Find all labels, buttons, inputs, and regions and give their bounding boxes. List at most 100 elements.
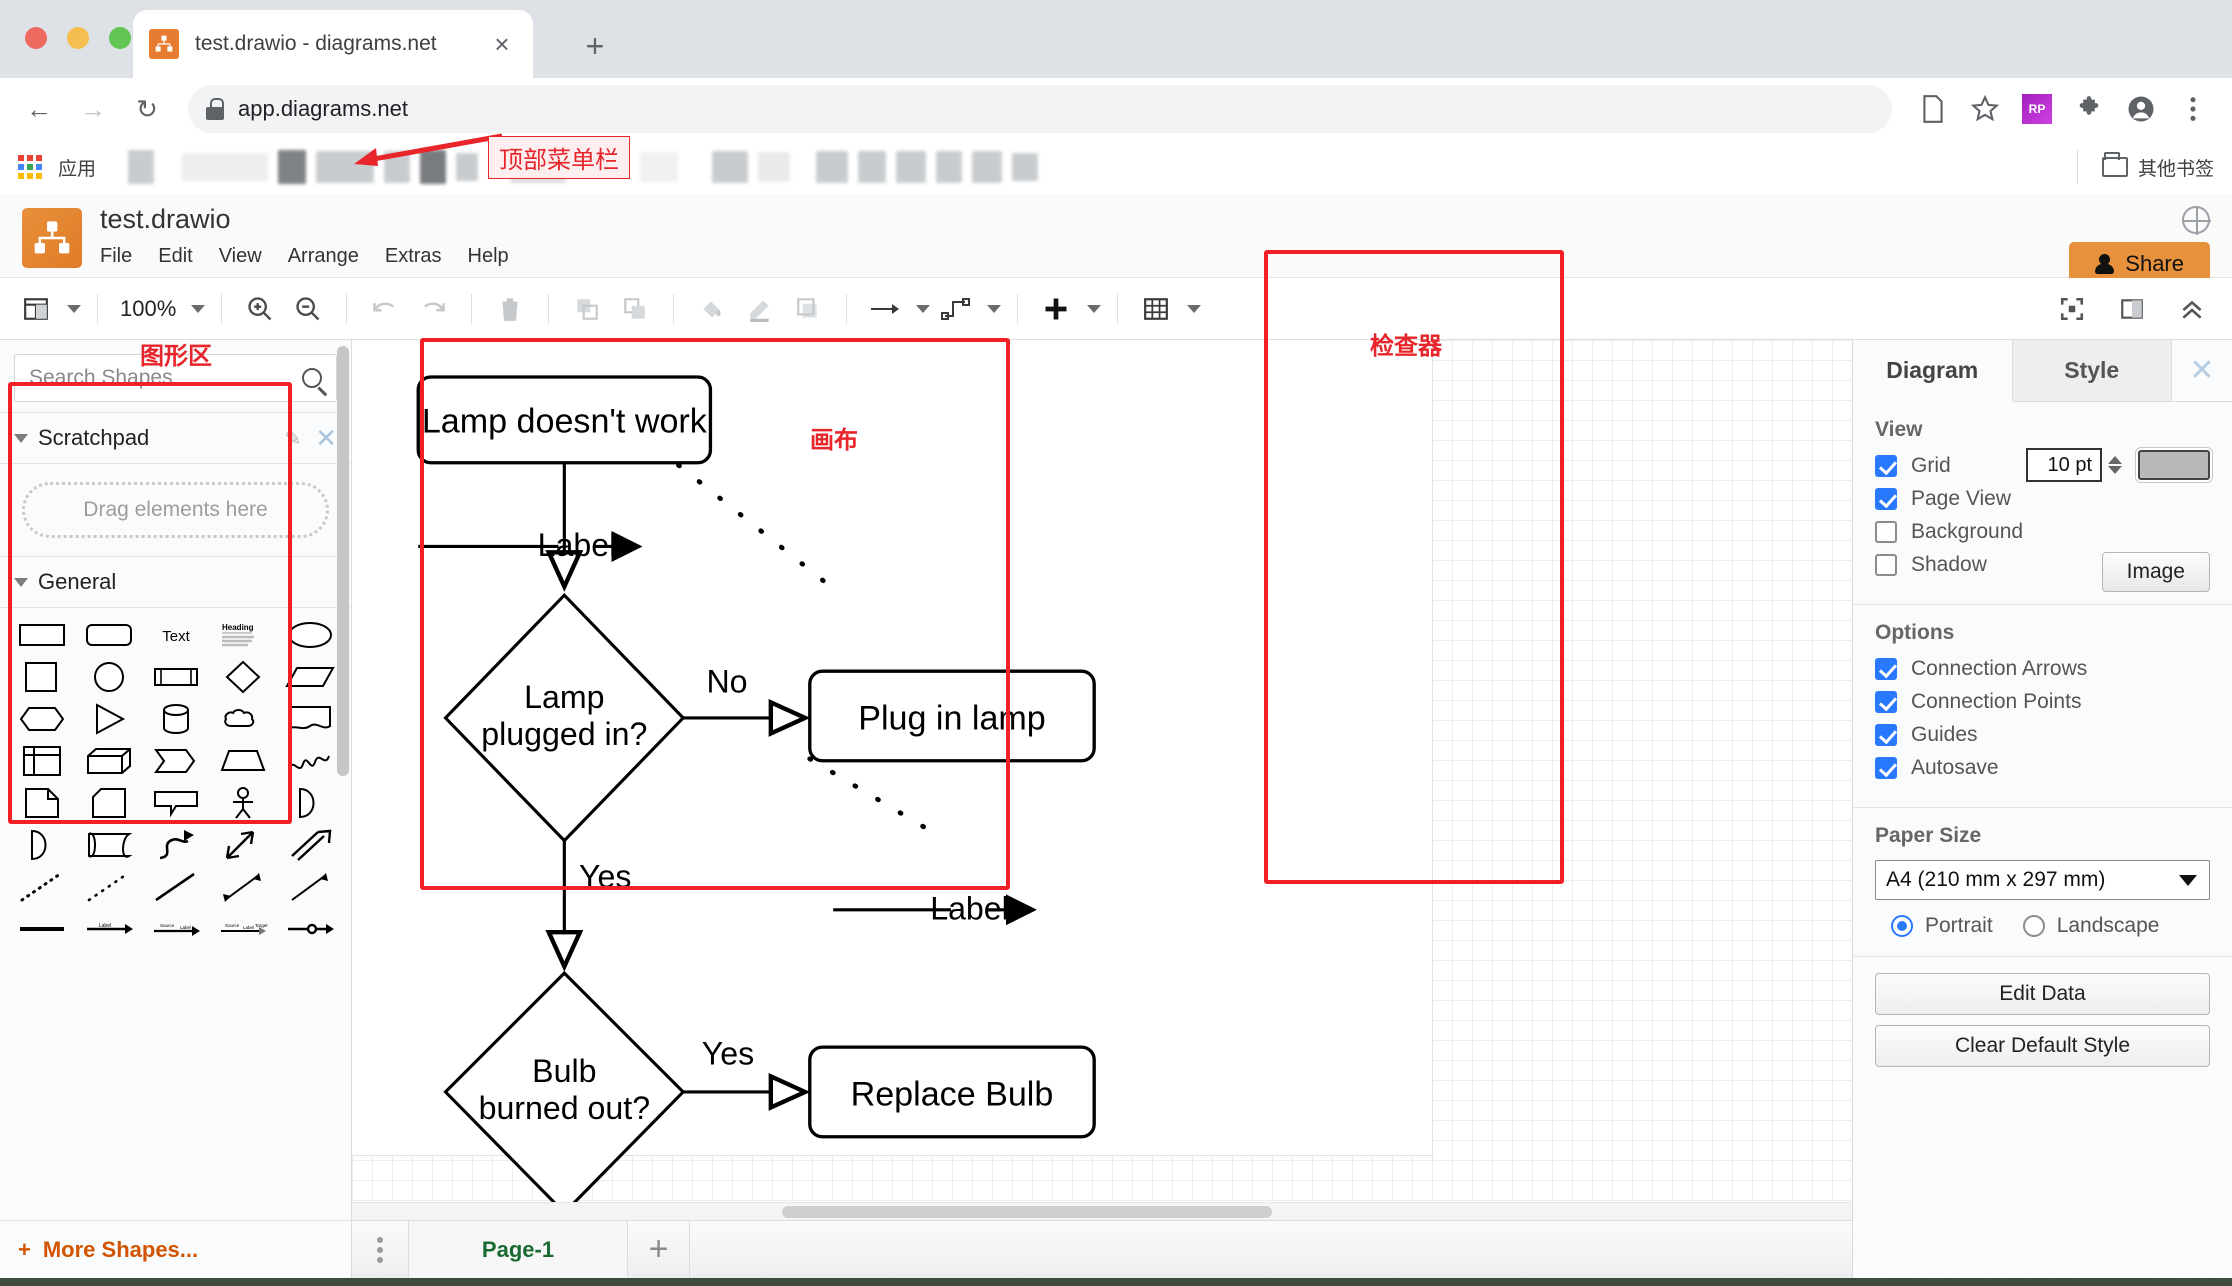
shadow-checkbox[interactable] [1875,554,1897,576]
edit-data-button[interactable]: Edit Data [1875,973,2210,1015]
menu-item-file[interactable]: File [100,245,132,268]
shape-trapezoid[interactable] [209,740,276,782]
table-icon[interactable] [1134,287,1178,331]
bookmark-item[interactable] [316,151,375,183]
shape-diamond[interactable] [209,656,276,698]
guides-checkbox[interactable] [1875,724,1897,746]
shape-tape[interactable] [75,824,142,866]
shape-arrow-block[interactable] [142,740,209,782]
shape-plain-link[interactable] [8,908,75,950]
browser-tab[interactable]: test.drawio - diagrams.net × [133,10,533,78]
bookmark-item[interactable] [128,150,155,184]
bookmark-item[interactable] [936,151,963,183]
page-icon[interactable] [1910,86,1956,132]
close-format-panel-icon[interactable]: ✕ [2172,340,2232,401]
shape-callout[interactable] [142,782,209,824]
table-caret-icon[interactable] [1187,304,1202,313]
insert-caret-icon[interactable] [1087,304,1102,313]
zoom-in-icon[interactable] [238,287,282,331]
shape-card[interactable] [75,782,142,824]
scratchpad-dropzone[interactable]: Drag elements here [22,482,329,538]
apps-grid-icon[interactable] [18,155,42,179]
connection-points-checkbox[interactable] [1875,691,1897,713]
address-bar[interactable]: app.diagrams.net [188,85,1892,133]
waypoints-caret-icon[interactable] [987,304,1002,313]
shape-ellipse[interactable] [276,614,343,656]
tab-style[interactable]: Style [2012,340,2172,401]
to-front-icon[interactable] [565,287,609,331]
page-title[interactable]: test.drawio [100,204,509,235]
bookmark-item[interactable] [758,152,791,182]
zoom-level-label[interactable]: 100% [114,296,182,322]
bookmark-item[interactable] [896,151,927,183]
shape-dashed-line[interactable] [75,866,142,908]
grid-size-stepper[interactable] [2108,456,2122,474]
close-tab-icon[interactable]: × [487,29,517,59]
pencil-icon[interactable]: ✎ [284,426,301,451]
fill-color-icon[interactable] [690,287,734,331]
bookmark-item[interactable] [712,151,749,183]
scrollbar-thumb[interactable] [782,1206,1272,1218]
shape-half-circle[interactable] [8,824,75,866]
shape-delay[interactable] [276,782,343,824]
shape-curved-arrow[interactable] [142,824,209,866]
shape-cylinder[interactable] [142,698,209,740]
bookmark-item[interactable] [816,151,849,183]
waypoints-icon[interactable] [934,287,978,331]
collapse-icon[interactable] [2170,287,2214,331]
page-menu-icon[interactable] [352,1236,408,1263]
shape-square[interactable] [8,656,75,698]
close-window-button[interactable] [25,27,47,49]
connection-arrows-row[interactable]: Connection Arrows [1875,657,2210,681]
shape-cube[interactable] [75,740,142,782]
bookmark-item[interactable] [384,151,411,183]
maximize-window-button[interactable] [109,27,131,49]
arrow-style-caret-icon[interactable] [916,304,931,313]
shape-labeled-arrow[interactable]: Label [75,908,142,950]
other-bookmarks-button[interactable]: 其他书签 [2101,152,2214,181]
menu-item-help[interactable]: Help [468,245,509,268]
shadow-icon[interactable] [786,287,830,331]
shape-source-target-arrow[interactable]: Source Label [142,908,209,950]
shape-double-arrow[interactable] [209,824,276,866]
menu-item-extras[interactable]: Extras [385,245,442,268]
bookmark-item[interactable] [640,152,679,182]
autosave-checkbox[interactable] [1875,757,1897,779]
clear-default-style-button[interactable]: Clear Default Style [1875,1025,2210,1067]
bookmark-item[interactable] [858,151,887,183]
search-shapes-box[interactable] [14,354,337,402]
general-section-header[interactable]: General [0,556,351,608]
zoom-caret-icon[interactable] [191,304,206,313]
menu-item-edit[interactable]: Edit [158,245,192,268]
insert-icon[interactable] [1034,287,1078,331]
new-tab-button[interactable]: + [575,26,615,66]
chrome-menu-icon[interactable] [2170,86,2216,132]
view-layout-icon[interactable] [14,287,58,331]
shape-actor[interactable] [209,782,276,824]
autosave-row[interactable]: Autosave [1875,756,2210,780]
fullscreen-icon[interactable] [2050,287,2094,331]
shape-wave[interactable] [276,740,343,782]
add-page-button[interactable]: + [628,1221,690,1278]
shape-parallelogram[interactable] [276,656,343,698]
guides-row[interactable]: Guides [1875,723,2210,747]
profile-icon[interactable] [2118,86,2164,132]
shape-hexagon[interactable] [8,698,75,740]
search-icon[interactable] [302,368,322,388]
more-shapes-button[interactable]: + More Shapes... [0,1220,351,1278]
page-view-checkbox[interactable] [1875,488,1897,510]
shape-dotted-line[interactable] [8,866,75,908]
shape-directional-arrow[interactable] [276,866,343,908]
shape-circle[interactable] [75,656,142,698]
connection-points-row[interactable]: Connection Points [1875,690,2210,714]
grid-size-input[interactable]: 10 pt [2026,448,2102,482]
shape-block-arrow[interactable] [276,824,343,866]
shape-cloud[interactable] [209,698,276,740]
chevron-down-icon[interactable] [14,577,28,587]
menu-item-view[interactable]: View [219,245,262,268]
delete-icon[interactable] [488,287,532,331]
bookmark-item[interactable] [456,153,479,181]
background-image-button[interactable]: Image [2101,552,2210,592]
page-tab-page-1[interactable]: Page-1 [408,1221,628,1278]
shape-source-label-target[interactable]: Source Label Target [209,908,276,950]
